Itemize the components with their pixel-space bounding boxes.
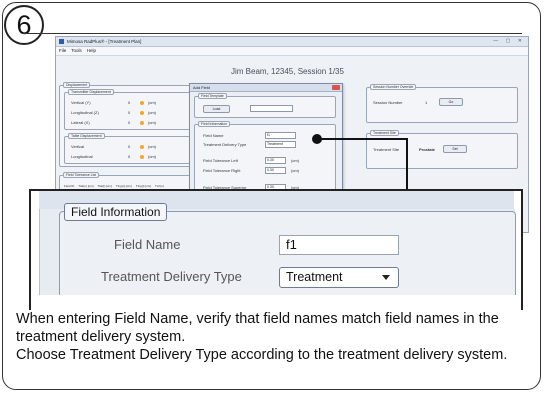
tolerance-left-input[interactable]: 0.30 [265,157,286,164]
set-button[interactable]: Set [443,145,467,153]
tolerance-list-label: Field Tolerance List [63,172,100,178]
field-information-label: Field Information [198,121,231,127]
orange-dot-icon [140,154,144,159]
orange-dot-icon [140,144,144,149]
row-unit: (cm) [148,144,156,149]
instruction-paragraph: When entering Field Name, verify that fi… [16,311,499,345]
treatment-site-panel-label: Treatment Site [370,130,399,136]
row-label: Lateral (X) [71,120,90,125]
row-value: 0 [128,100,131,105]
tolerance-right-unit: (cm) [291,168,299,173]
window-titlebar: Mimosa RadPlus® - [Treatment Plan] [56,37,528,47]
menu-help[interactable]: Help [87,47,96,55]
column-header: Tlat(t) [cm] [97,184,112,188]
row-value: 0 [128,144,131,149]
field-information-label: Field Information [64,203,168,221]
step-number: 6 [16,9,32,40]
instruction-paragraph: Choose Treatment Delivery Type according… [16,347,508,363]
divider [22,33,522,34]
row-unit: (cm) [148,100,156,105]
menu-file[interactable]: File [59,47,66,55]
field-name-input[interactable]: f1 [279,235,399,255]
treatment-site-label: Treatment Site [373,147,400,152]
delivery-type-label: Treatment Delivery Type [203,142,247,147]
row-label: Longitudinal [71,154,93,159]
window-controls[interactable]: — ▢ ✕ [493,38,525,44]
field-name-input[interactable]: f1 [265,132,296,139]
window-title: Mimosa RadPlus® - [Treatment Plan] [67,39,142,44]
dialog-title: Add Field [190,84,342,92]
field-name-label: Field Name [114,237,181,252]
orange-dot-icon [140,120,144,125]
displacement-panel: Displacement Transmitter Displacement Ve… [59,82,201,167]
column-header: Tlng(n) [cm] [115,184,132,188]
tolerance-right-input[interactable]: 0.30 [265,167,286,174]
column-header: Tvrt(n) [155,184,164,188]
tolerance-left-label: Field Tolerance Left [203,158,238,163]
step-number-badge: 6 [4,5,44,45]
callout-line [406,138,408,190]
go-button[interactable]: Go [439,98,463,106]
tolerance-left-unit: (cm) [291,158,299,163]
load-button[interactable]: Load [203,105,230,113]
template-select[interactable] [250,105,293,112]
delivery-type-value: Treatment [286,270,343,284]
row-value: 0 [128,110,131,115]
session-override-panel: Session Number Override Session Number 1… [366,84,518,123]
row-unit: (cm) [148,110,156,115]
session-title: Jim Beam, 12345, Session 1/35 [231,67,344,76]
delivery-type-label: Treatment Delivery Type [101,269,242,284]
menu-bar: File Tools Help [56,47,528,56]
displacement-label: Displacement [63,82,91,88]
row-value: 0 [128,120,131,125]
row-value: 0 [128,154,131,159]
transmitter-label: Transmitter Displacement [68,89,114,95]
table-displacement-panel: Table Displacement Vertical 0 (cm) Longi… [64,133,197,164]
delivery-type-select[interactable]: Treatment [265,141,296,148]
instruction-text: When entering Field Name, verify that fi… [16,310,526,364]
session-number-label: Session Number [373,100,403,105]
row-label: Vertical [71,144,85,149]
row-unit: (cm) [148,154,156,159]
field-template-panel: Field Template Load [194,93,336,118]
field-template-label: Field Template [198,93,227,99]
orange-dot-icon [140,100,144,105]
tolerance-header-row: Field ID Tlat(n) [cm] Tlat(t) [cm] Tlng(… [64,184,164,188]
session-override-label: Session Number Override [370,84,417,90]
column-header: Tlng(t) [cm] [135,184,152,188]
row-unit: (cm) [148,120,156,125]
column-header: Field ID [64,184,75,188]
row-label: Vertical (Y) [71,100,91,105]
table-displacement-label: Table Displacement [68,133,105,139]
close-icon[interactable] [332,85,340,90]
transmitter-panel: Transmitter Displacement Vertical (Y) 0 … [64,89,197,130]
orange-dot-icon [140,110,144,115]
row-label: Longitudinal (Z) [71,110,99,115]
chevron-down-icon [382,275,390,280]
callout-line [320,138,407,140]
treatment-site-value: Prostate [419,147,436,152]
app-icon [59,39,64,44]
menu-tools[interactable]: Tools [71,47,82,55]
tolerance-right-label: Field Tolerance Right [203,168,241,173]
field-name-label: Field Name [203,133,224,138]
delivery-type-select[interactable]: Treatment [279,267,399,288]
session-number-value: 1 [425,100,428,105]
zoom-panel: Field Information Field Name f1 Treatmen… [29,189,523,314]
column-header: Tlat(n) [cm] [78,184,94,188]
